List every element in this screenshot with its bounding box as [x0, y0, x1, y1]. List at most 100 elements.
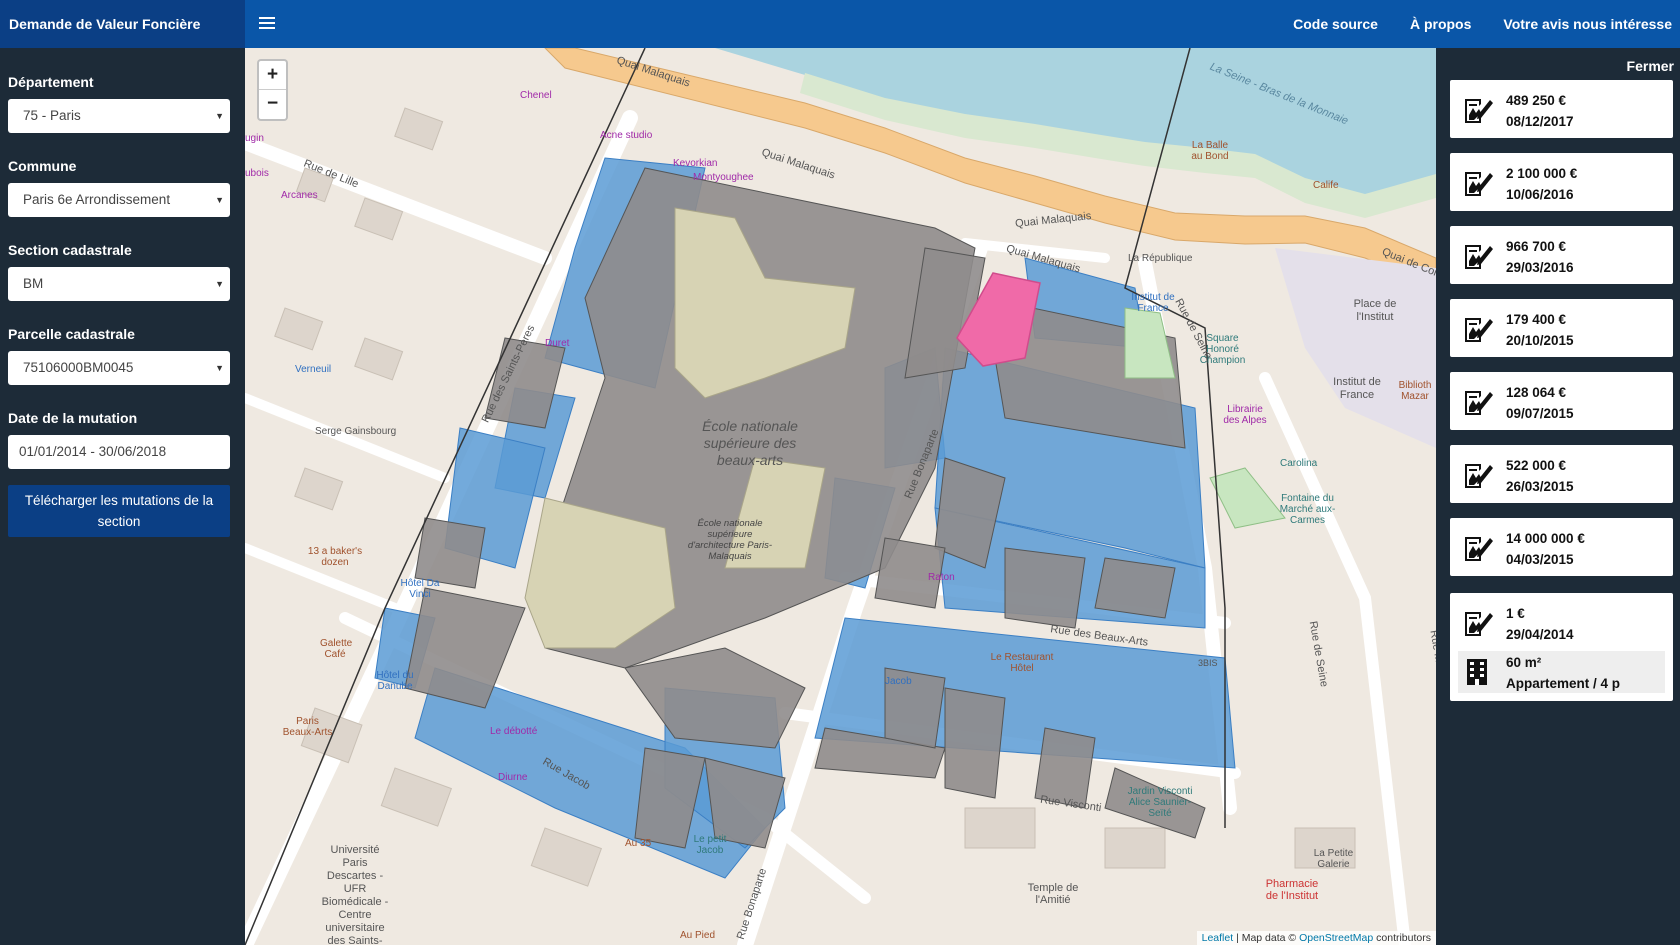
pharmacie-label: Pharmacie de l'Institut	[1265, 878, 1319, 902]
mutation-summary[interactable]: 489 250 € 08/12/2017	[1450, 80, 1673, 138]
close-panel-button[interactable]: Fermer	[1627, 58, 1674, 74]
poi-label: Carolina	[1280, 458, 1318, 469]
nav-links: Code source À propos Votre avis nous int…	[1261, 0, 1672, 48]
place-label: Place de l'Institut	[1353, 298, 1397, 323]
mutation-card[interactable]: 128 064 € 09/07/2015	[1450, 372, 1673, 430]
map-canvas	[245, 48, 1436, 945]
poi-label: Raton	[928, 572, 955, 583]
poi-label: Chenel	[520, 90, 552, 101]
nav-link-a-propos[interactable]: À propos	[1410, 0, 1471, 48]
nav-link-code-source[interactable]: Code source	[1293, 0, 1378, 48]
temple-label: Temple de l'Amitié	[1027, 882, 1079, 906]
parcelle-select[interactable]: 75106000BM0045 ▼	[8, 351, 230, 385]
mutation-card[interactable]: 522 000 € 26/03/2015	[1450, 445, 1673, 503]
mutation-card[interactable]: 966 700 € 29/03/2016	[1450, 226, 1673, 284]
mutation-price: 2 100 000 €	[1506, 166, 1578, 181]
zoom-control: + −	[257, 59, 288, 121]
attribution-text: | Map data ©	[1233, 932, 1300, 944]
mutation-card[interactable]: 179 400 € 20/10/2015	[1450, 299, 1673, 357]
leaflet-link[interactable]: Leaflet	[1202, 932, 1234, 944]
poi-label: Calife	[1313, 180, 1339, 191]
mutation-date: 04/03/2015	[1506, 552, 1574, 567]
mutation-date: 29/03/2016	[1506, 260, 1574, 275]
mutations-panel: Fermer 489 250 € 08/12/2017 2 100 000 € 10/…	[1436, 48, 1680, 945]
zoom-out-button[interactable]: −	[259, 90, 286, 119]
mutation-date: 29/04/2014	[1506, 627, 1574, 642]
mutation-summary[interactable]: 1 € 29/04/2014	[1450, 593, 1673, 651]
universite-label: Université Paris Descartes - UFR Biomédi…	[321, 844, 389, 945]
mutation-summary[interactable]: 522 000 € 26/03/2015	[1450, 445, 1673, 503]
poi-label: Au Pied	[680, 930, 716, 941]
address-label: 3BIS	[1198, 658, 1218, 668]
mutation-date: 09/07/2015	[1506, 406, 1574, 421]
mutation-card[interactable]: 14 000 000 € 04/03/2015	[1450, 518, 1673, 576]
mutation-summary[interactable]: 179 400 € 20/10/2015	[1450, 299, 1673, 357]
poi-label: Diurne	[498, 772, 528, 783]
mutation-summary[interactable]: 14 000 000 € 04/03/2015	[1450, 518, 1673, 576]
hamburger-menu-icon[interactable]	[259, 14, 275, 32]
mutation-summary[interactable]: 2 100 000 € 10/06/2016	[1450, 153, 1673, 211]
mutation-summary[interactable]: 128 064 € 09/07/2015	[1450, 372, 1673, 430]
mutation-date: 20/10/2015	[1506, 333, 1574, 348]
poi-label: Jacob	[885, 676, 912, 687]
parcelle-label: Parcelle cadastrale	[8, 326, 135, 342]
mutation-detail: 60 m² Appartement / 4 p	[1458, 651, 1665, 693]
mutation-price: 522 000 €	[1506, 458, 1567, 473]
poi-label: Hôtel Da Vinci	[400, 578, 440, 600]
mutation-price: 14 000 000 €	[1506, 531, 1585, 546]
signed-document-icon	[1462, 458, 1494, 490]
signed-document-icon	[1462, 606, 1494, 638]
download-mutations-button[interactable]: Télécharger les mutations de la section	[8, 485, 230, 537]
poi-label: Galette Café	[320, 638, 353, 660]
mutation-date: 08/12/2017	[1506, 114, 1574, 129]
commune-select[interactable]: Paris 6e Arrondissement ▼	[8, 183, 230, 217]
mutation-card[interactable]: 2 100 000 € 10/06/2016	[1450, 153, 1673, 211]
poi-label: ubois	[245, 168, 269, 179]
mutation-surface: 60 m²	[1506, 655, 1542, 670]
signed-document-icon	[1462, 166, 1494, 198]
poi-label: Librairie des Alpes	[1223, 404, 1267, 426]
commune-label: Commune	[8, 158, 77, 174]
map-attribution: Leaflet | Map data © OpenStreetMap contr…	[1196, 931, 1436, 945]
signed-document-icon	[1462, 385, 1494, 417]
zoom-in-button[interactable]: +	[259, 61, 286, 90]
poi-label: Kevorkian	[673, 158, 718, 169]
poi-label: Montyoughee	[693, 172, 754, 183]
mutation-summary[interactable]: 966 700 € 29/03/2016	[1450, 226, 1673, 284]
attribution-text-end: contributors	[1373, 932, 1431, 944]
institut-label: Institut de France	[1333, 376, 1381, 401]
poi-label: Biblioth Mazar	[1398, 380, 1432, 402]
poi-label: Hôtel du Danube	[376, 670, 414, 692]
mutation-card[interactable]: 489 250 € 08/12/2017	[1450, 80, 1673, 138]
poi-label: Duret	[545, 338, 570, 349]
signed-document-icon	[1462, 93, 1494, 125]
departement-label: Département	[8, 74, 94, 90]
top-navbar: Demande de Valeur Foncière Code source À…	[0, 0, 1680, 48]
poi-label: Serge Gainsbourg	[315, 426, 397, 437]
mutation-price: 966 700 €	[1506, 239, 1567, 254]
ecole-label: École nationale supérieure des beaux-art…	[702, 418, 798, 468]
caret-down-icon: ▼	[215, 195, 224, 205]
commune-value: Paris 6e Arrondissement	[23, 192, 171, 207]
date-range-input[interactable]	[8, 435, 230, 469]
mutation-date: 26/03/2015	[1506, 479, 1574, 494]
poi-label: Paris Beaux-Arts	[282, 716, 333, 738]
filter-sidebar: Département 75 - Paris ▼ Commune Paris 6…	[0, 48, 245, 945]
brand-title[interactable]: Demande de Valeur Foncière	[0, 0, 245, 48]
parcelle-value: 75106000BM0045	[23, 360, 134, 375]
mutation-price: 1 €	[1506, 606, 1525, 621]
poi-label: 13 a baker's dozen	[307, 546, 363, 568]
section-select[interactable]: BM ▼	[8, 267, 230, 301]
poi-label: Verneuil	[295, 364, 332, 375]
poi-label: Le débotté	[490, 726, 538, 737]
mutation-card[interactable]: 1 € 29/04/2014 60 m² Appartement / 4 p	[1450, 593, 1673, 701]
square-label: Square Honoré Champion	[1199, 333, 1246, 366]
nav-link-feedback[interactable]: Votre avis nous intéresse	[1503, 0, 1672, 48]
osm-link[interactable]: OpenStreetMap	[1299, 932, 1373, 944]
poi-label: Acne studio	[600, 130, 653, 141]
departement-select[interactable]: 75 - Paris ▼	[8, 99, 230, 133]
poi-label: Arcanes	[281, 190, 318, 201]
poi-label: La Balle au Bond	[1191, 140, 1229, 162]
signed-document-icon	[1462, 531, 1494, 563]
cadastral-map[interactable]: Quai Malaquais Quai Malaquais Quai Malaq…	[245, 48, 1436, 945]
